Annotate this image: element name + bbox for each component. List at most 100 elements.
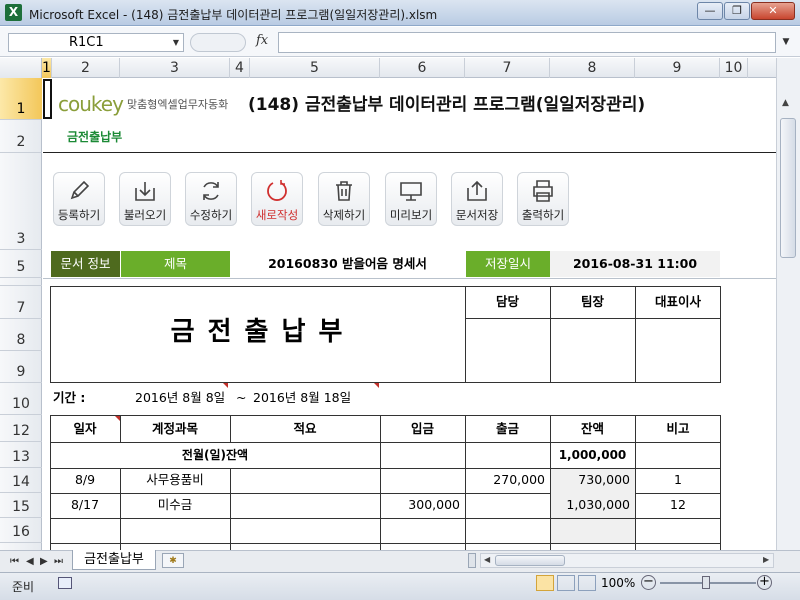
scrollbar-thumb[interactable]: [780, 118, 796, 258]
register-button-label: 등록하기: [57, 208, 101, 222]
formula-input[interactable]: [278, 32, 776, 53]
prev-sheet-icon[interactable]: ◀: [26, 556, 34, 567]
scroll-right-icon[interactable]: ▶: [763, 555, 769, 564]
page-break-view-icon[interactable]: [578, 575, 596, 591]
select-all-corner[interactable]: [0, 58, 42, 78]
column-header[interactable]: 1: [42, 58, 52, 78]
scrollbar-thumb[interactable]: [495, 555, 565, 566]
column-header[interactable]: 8: [550, 58, 635, 78]
next-sheet-icon[interactable]: ▶: [40, 556, 48, 567]
close-button[interactable]: ✕: [751, 2, 795, 20]
carry-over-label: 전월(일)잔액: [181, 448, 249, 462]
window-title: Microsoft Excel - (148) 금전출납부 데이터관리 프로그램…: [29, 8, 438, 22]
row-account[interactable]: 미수금: [120, 493, 230, 517]
column-header[interactable]: 9: [635, 58, 720, 78]
print-button-label: 출력하기: [521, 208, 565, 222]
row-header-hidden[interactable]: [0, 278, 42, 286]
period-label: 기간 :: [53, 390, 86, 405]
new-document-button-label: 새로작성: [255, 208, 299, 222]
gridline: [43, 278, 776, 279]
scroll-up-icon[interactable]: ▲: [782, 98, 789, 108]
name-box[interactable]: R1C1 ▼: [8, 33, 184, 52]
normal-view-icon[interactable]: [536, 575, 554, 591]
row-header[interactable]: 16: [0, 518, 42, 543]
column-header[interactable]: 4: [230, 58, 250, 78]
first-sheet-icon[interactable]: ⏮: [10, 556, 19, 567]
balance-shading: [551, 519, 635, 543]
period-to[interactable]: 2016년 8월 18일: [253, 386, 351, 410]
row-header[interactable]: 10: [0, 383, 42, 415]
row-header[interactable]: 8: [0, 319, 42, 351]
row-header[interactable]: 7: [0, 286, 42, 319]
period-from[interactable]: 2016년 8월 8일: [135, 386, 225, 410]
minimize-button[interactable]: —: [697, 2, 723, 20]
new-circle-icon: [267, 180, 287, 201]
row-note[interactable]: 12: [635, 493, 721, 517]
row-header[interactable]: 14: [0, 468, 42, 493]
comment-indicator[interactable]: [374, 383, 379, 388]
zoom-level[interactable]: 100%: [601, 576, 635, 590]
macro-record-icon[interactable]: [58, 577, 72, 589]
row-note[interactable]: 1: [635, 468, 721, 492]
monitor-icon: [400, 182, 422, 201]
scroll-left-icon[interactable]: ◀: [484, 555, 490, 564]
row-header[interactable]: 5: [0, 250, 42, 278]
page-title: (148) 금전출납부 데이터관리 프로그램(일일저장관리): [248, 95, 646, 115]
form-title: 금 전 출 납 부: [170, 317, 345, 347]
approval-label: 담당: [495, 294, 519, 309]
row-header[interactable]: 15: [0, 493, 42, 518]
insert-sheet-icon[interactable]: ✱: [162, 553, 184, 568]
preview-button-label: 미리보기: [389, 208, 433, 222]
vertical-scrollbar[interactable]: ▲: [776, 58, 800, 550]
pencil-icon: [70, 180, 90, 200]
zoom-slider-handle[interactable]: [702, 576, 710, 589]
delete-button-label: 삭제하기: [322, 208, 366, 222]
trash-icon: [336, 181, 352, 201]
border-line: [230, 468, 231, 555]
last-sheet-icon[interactable]: ⏭: [54, 556, 63, 567]
sheet-tab-active[interactable]: 금전출납부: [72, 550, 156, 570]
maximize-button[interactable]: ❐: [724, 2, 750, 20]
save-document-button-label: 문서저장: [455, 208, 499, 222]
column-header[interactable]: 3: [120, 58, 230, 78]
comment-indicator[interactable]: [223, 383, 228, 388]
zoom-out-icon[interactable]: −: [641, 575, 656, 590]
table-header: 비고: [666, 421, 690, 436]
zoom-in-icon[interactable]: +: [757, 575, 772, 590]
title-bar: X Microsoft Excel - (148) 금전출납부 데이터관리 프로…: [0, 0, 800, 26]
row-header[interactable]: 9: [0, 351, 42, 383]
formula-cancel-enter-group: [190, 33, 246, 52]
column-header[interactable]: 10: [720, 58, 748, 78]
expand-formula-bar-icon[interactable]: ▼: [778, 32, 794, 53]
status-bar: [0, 572, 800, 600]
row-balance: 1,030,000: [566, 497, 630, 512]
row-date[interactable]: 8/9: [50, 468, 120, 492]
row-header[interactable]: 3: [0, 153, 42, 250]
tab-split-handle[interactable]: [468, 553, 476, 568]
saved-at-value[interactable]: 2016-08-31 11:00: [550, 251, 720, 277]
column-header[interactable]: 5: [250, 58, 380, 78]
row-header[interactable]: 2: [0, 120, 42, 153]
row-withdrawal[interactable]: 270,000: [465, 468, 545, 492]
insert-function-icon[interactable]: fx: [256, 33, 268, 48]
approval-label: 팀장: [580, 294, 604, 309]
column-header[interactable]: 7: [465, 58, 550, 78]
chevron-down-icon[interactable]: ▼: [173, 34, 179, 51]
title-value[interactable]: 20160830 받을어음 명세서: [230, 251, 465, 277]
table-header: 출금: [495, 421, 519, 436]
row-header[interactable]: 12: [0, 415, 42, 442]
row-header[interactable]: 13: [0, 442, 42, 468]
table-header: 일자: [73, 421, 97, 436]
column-header[interactable]: 6: [380, 58, 465, 78]
column-header[interactable]: 2: [52, 58, 120, 78]
horizontal-scrollbar[interactable]: ◀ ▶: [480, 553, 774, 568]
active-cell-cursor: [43, 79, 52, 119]
printer-icon: [533, 180, 553, 202]
row-header[interactable]: 1: [0, 78, 42, 120]
page-layout-view-icon[interactable]: [557, 575, 575, 591]
row-deposit[interactable]: 300,000: [380, 493, 460, 517]
row-date[interactable]: 8/17: [50, 493, 120, 517]
divider: [43, 152, 776, 153]
row-account[interactable]: 사무용품비: [120, 468, 230, 492]
load-button-label: 불러오기: [123, 208, 167, 222]
